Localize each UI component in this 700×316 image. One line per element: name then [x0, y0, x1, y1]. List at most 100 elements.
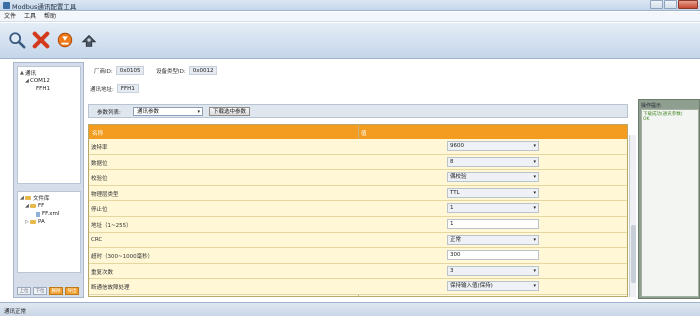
row-value: 偶校验	[450, 174, 467, 181]
row-name: 重复次数	[91, 269, 114, 276]
table-row: 地址（1~255） 1	[89, 217, 627, 233]
row-value: 保持输入值(保持)	[450, 283, 493, 290]
table-row: 数据位 8 ▾	[89, 154, 627, 171]
title-bar: Modbus通讯配置工具	[0, 0, 700, 11]
address-value: FFH1	[116, 84, 139, 93]
row-value-select[interactable]: TTL ▾	[447, 187, 539, 198]
delete-button[interactable]: 删除	[49, 287, 63, 295]
parameter-bar: 参数列表: 通讯参数 ▾ 下载选中参数	[88, 104, 628, 118]
address-label: 通讯地址:	[90, 86, 114, 93]
row-value-input[interactable]: 300	[447, 250, 539, 261]
row-value-select[interactable]: 9600 ▾	[447, 141, 539, 151]
vendor-id-label: 厂商ID:	[94, 68, 113, 75]
tree-item-label: FFH1	[36, 86, 50, 92]
status-bar: 通讯正常	[0, 302, 700, 316]
table-row: 停止位 1 ▾	[89, 201, 627, 217]
row-value-select[interactable]: 3 ▾	[447, 265, 539, 276]
library-tree: ◢ 文件库 ◢ FF FF.xml ▷ PA	[17, 191, 81, 273]
folder-icon	[30, 220, 36, 224]
row-value: TTL	[450, 189, 460, 196]
table-row: 波特率 9600 ▾	[89, 139, 627, 155]
vendor-id-value: 0x0105	[115, 66, 145, 75]
download-selected-button[interactable]: 下载选中参数	[209, 107, 251, 116]
tree-item-com12[interactable]: ◢ COM12	[20, 77, 78, 85]
table-row: 重复次数 3 ▾	[89, 263, 627, 280]
address-row: 通讯地址: FFH1	[90, 84, 139, 93]
scrollbar-thumb[interactable]	[631, 225, 636, 283]
device-tree: ▲ 通讯 ◢ COM12 FFH1	[17, 66, 81, 184]
message-line: OK	[643, 117, 650, 122]
move-up-button[interactable]: 上位	[17, 287, 31, 295]
param-list-select[interactable]: 通讯参数 ▾	[133, 107, 203, 116]
message-log: 下载成功(通讯参数) OK	[641, 109, 699, 297]
app-icon	[3, 2, 10, 9]
row-value-select[interactable]: 1 ▾	[447, 203, 539, 214]
chevron-down-icon: ▾	[533, 174, 536, 181]
status-text: 通讯正常	[4, 309, 27, 315]
tree-item-pa[interactable]: ▷ PA	[20, 218, 78, 226]
row-name: CRC	[91, 236, 103, 243]
chevron-down-icon: ▾	[533, 267, 536, 274]
chevron-down-icon: ▾	[533, 236, 536, 243]
device-type-label: 设备类型ID:	[156, 68, 186, 75]
export-button[interactable]: 导出	[65, 287, 79, 295]
window-controls	[650, 0, 698, 10]
disconnect-button[interactable]	[30, 29, 52, 51]
tree-item-label: 通讯	[25, 71, 37, 77]
toolbar	[0, 23, 700, 59]
column-name-header: 名称	[92, 131, 104, 137]
download-icon	[57, 32, 73, 48]
tree-item-library[interactable]: ◢ 文件库	[20, 194, 78, 202]
column-value-header: 值	[361, 131, 367, 137]
tree-item-comm[interactable]: ▲ 通讯	[20, 69, 78, 77]
row-value-select[interactable]: 正常 ▾	[447, 234, 539, 245]
tree-item-label: PA	[38, 219, 45, 225]
row-value-select[interactable]: 8 ▾	[447, 156, 539, 167]
folder-icon	[30, 204, 36, 208]
tree-item-label: FF.xml	[42, 211, 60, 217]
chevron-down-icon: ▾	[533, 143, 536, 149]
window-title: Modbus通讯配置工具	[12, 3, 77, 11]
connect-button[interactable]	[78, 29, 100, 51]
chevron-down-icon: ▾	[533, 205, 536, 212]
tree-item-ff[interactable]: ◢ FF	[20, 202, 78, 210]
tree-item-label: 文件库	[33, 196, 50, 202]
row-value: 9600	[450, 143, 464, 149]
close-icon	[32, 31, 50, 49]
maximize-button[interactable]	[664, 0, 677, 9]
table-row: 校验位 偶校验 ▾	[89, 170, 627, 186]
minimize-button[interactable]	[650, 0, 663, 9]
row-name: 断通信故障处理	[91, 285, 130, 292]
row-value-select[interactable]: 保持输入值(保持) ▾	[447, 281, 539, 292]
connect-icon	[81, 34, 97, 47]
row-value: 1	[450, 205, 454, 212]
row-name: 校验位	[91, 176, 108, 183]
table-row: 物理层类型 TTL ▾	[89, 185, 627, 202]
chevron-down-icon: ▾	[533, 189, 536, 196]
menu-file[interactable]: 文件	[4, 12, 16, 21]
chevron-down-icon: ▾	[533, 283, 536, 290]
row-name: 停止位	[91, 207, 108, 214]
param-list-value: 通讯参数	[137, 109, 160, 115]
row-value-select[interactable]: 偶校验 ▾	[447, 172, 539, 183]
menu-help[interactable]: 帮助	[44, 12, 56, 21]
menu-bar: 文件 工具 帮助	[0, 12, 700, 22]
chevron-down-icon: ▾	[533, 158, 536, 165]
message-panel-title: 操作提示	[641, 103, 662, 109]
row-name: 地址（1~255）	[91, 223, 132, 229]
row-value: 正常	[450, 236, 462, 243]
tree-item-ff-xml[interactable]: FF.xml	[20, 210, 78, 218]
download-button[interactable]	[54, 29, 76, 51]
move-down-button[interactable]: 下位	[33, 287, 47, 295]
menu-tools[interactable]: 工具	[24, 12, 36, 21]
folder-icon	[25, 196, 31, 200]
grid-scrollbar[interactable]	[629, 135, 636, 297]
close-window-button[interactable]	[678, 0, 698, 9]
row-value-input[interactable]: 1	[447, 219, 539, 229]
tree-actions: 上位 下位 删除 导出	[17, 287, 79, 295]
message-panel: 操作提示 下载成功(通讯参数) OK	[638, 99, 700, 299]
table-row: 超时（300~1000毫秒） 300	[89, 248, 627, 264]
search-button[interactable]	[6, 29, 28, 51]
tree-item-ffh1[interactable]: FFH1	[20, 85, 78, 93]
device-type-row: 设备类型ID: 0x0012	[156, 66, 218, 75]
